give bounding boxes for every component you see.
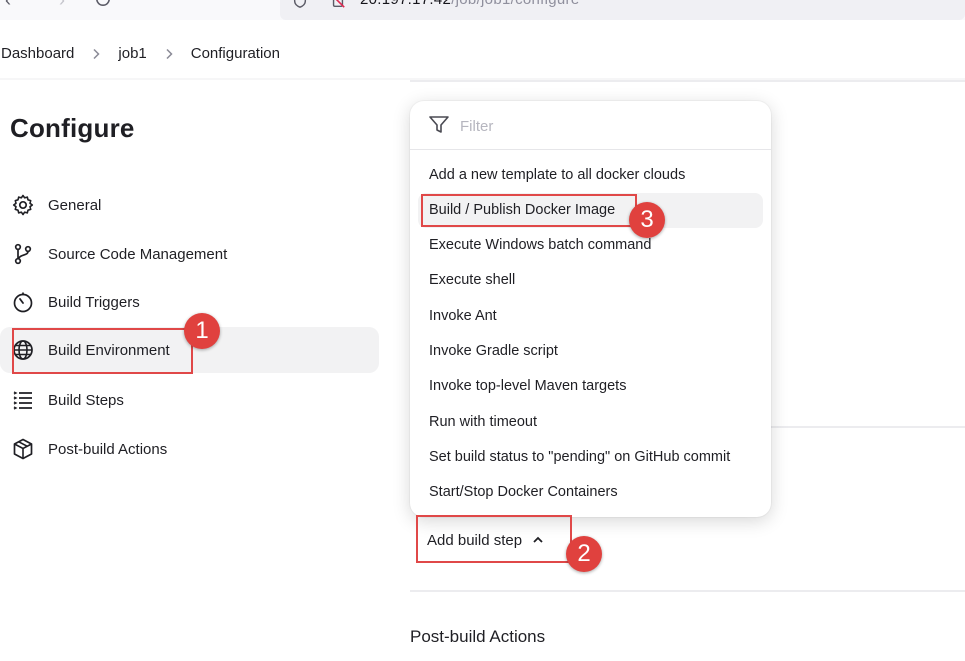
sidebar-item-label: Post-build Actions (48, 440, 168, 458)
back-icon[interactable]: ‹ (0, 0, 18, 10)
sidebar-item-label: Build Steps (48, 391, 124, 409)
timer-icon (10, 289, 36, 315)
gear-icon (10, 192, 36, 218)
breadcrumb-dashboard[interactable]: Dashboard (0, 45, 75, 62)
menu-item-start-stop-docker[interactable]: Start/Stop Docker Containers (418, 475, 763, 510)
filter-row (410, 101, 771, 150)
sidebar-item-general[interactable]: General (0, 182, 379, 228)
insecure-lock-icon[interactable] (330, 0, 346, 9)
package-icon (10, 436, 36, 462)
menu-item-invoke-gradle[interactable]: Invoke Gradle script (418, 334, 763, 369)
sidebar-item-build-steps[interactable]: Build Steps (0, 377, 379, 423)
step-badge-1: 1 (184, 313, 220, 349)
menu-item-set-github-build-status[interactable]: Set build status to "pending" on GitHub … (418, 440, 763, 475)
menu-item-invoke-ant[interactable]: Invoke Ant (418, 299, 763, 334)
chevron-up-icon (533, 536, 543, 543)
menu-item-add-template-docker-clouds[interactable]: Add a new template to all docker clouds (418, 158, 763, 193)
build-step-dropdown: Add a new template to all docker clouds … (410, 101, 771, 517)
filter-icon (429, 116, 449, 133)
breadcrumb-configuration[interactable]: Configuration (190, 45, 281, 62)
sidebar-item-label: General (48, 196, 102, 214)
shield-icon[interactable] (292, 0, 308, 9)
step-badge-3: 3 (629, 202, 665, 238)
page-title: Configure (10, 113, 135, 143)
filter-input[interactable] (458, 112, 752, 140)
breadcrumb: Dashboard job1 Configuration (0, 36, 281, 70)
forward-icon[interactable]: › (52, 0, 72, 10)
url-path: /job/job1/configure (451, 0, 579, 8)
url-text[interactable]: 20.197.17.42/job/job1/configure (360, 0, 579, 8)
globe-icon (10, 337, 36, 363)
sidebar-item-label: Source Code Management (48, 245, 228, 263)
list-icon (10, 387, 36, 413)
step-badge-2: 2 (566, 536, 602, 572)
sidebar-item-post-build-actions[interactable]: Post-build Actions (0, 426, 379, 472)
reload-icon[interactable] (95, 0, 111, 7)
section-divider (410, 590, 965, 592)
branch-icon (10, 241, 36, 267)
menu-item-invoke-maven[interactable]: Invoke top-level Maven targets (418, 369, 763, 404)
sidebar-item-label: Build Environment (48, 341, 170, 359)
chevron-right-icon (75, 45, 117, 62)
browser-toolbar: ‹ › 20.197.17.42/job/job1/configure (0, 0, 965, 20)
menu-item-run-with-timeout[interactable]: Run with timeout (418, 405, 763, 440)
url-host: 20.197.17.42 (360, 0, 451, 8)
section-divider (410, 80, 965, 82)
post-build-actions-title: Post-build Actions (410, 627, 546, 646)
menu-item-build-publish-docker-image[interactable]: Build / Publish Docker Image (418, 193, 763, 228)
sidebar-item-label: Build Triggers (48, 293, 140, 311)
add-build-step-label: Add build step (427, 531, 523, 549)
chevron-right-icon (148, 45, 190, 62)
menu-item-execute-shell[interactable]: Execute shell (418, 263, 763, 298)
menu-item-execute-windows-batch[interactable]: Execute Windows batch command (418, 228, 763, 263)
add-build-step-button[interactable]: Add build step (417, 519, 554, 561)
sidebar-item-source-code-management[interactable]: Source Code Management (0, 231, 379, 277)
breadcrumb-job[interactable]: job1 (117, 45, 147, 62)
